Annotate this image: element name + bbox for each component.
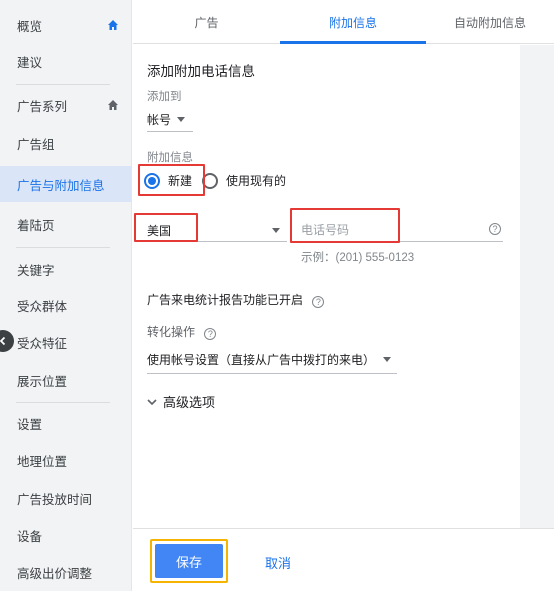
sidebar-item-label: 受众群体	[17, 299, 68, 314]
sidebar-item-label: 着陆页	[17, 218, 55, 233]
sidebar-item-label: 建议	[17, 55, 43, 70]
home-icon	[108, 100, 118, 110]
call-reporting-text: 广告来电统计报告功能已开启 ?	[147, 291, 325, 308]
sidebar-item-audiences[interactable]: 受众群体	[0, 287, 131, 323]
help-icon[interactable]: ?	[312, 296, 325, 308]
add-to-dropdown[interactable]: 帐号	[147, 111, 186, 128]
home-icon	[108, 20, 118, 30]
add-to-label: 添加到	[147, 91, 182, 103]
advanced-options-label: 高级选项	[163, 395, 216, 410]
sidebar-item-campaigns[interactable]: 广告系列	[0, 87, 131, 123]
call-reporting-label: 广告来电统计报告功能已开启	[147, 293, 304, 307]
sidebar-item-label: 关键字	[17, 263, 55, 278]
sidebar-item-label: 受众特征	[17, 336, 68, 351]
sidebar-item-label: 地理位置	[17, 454, 68, 469]
sidebar-item-label: 设备	[17, 529, 43, 544]
sidebar-item-settings[interactable]: 设置	[0, 405, 131, 441]
sidebar-item-label: 广告投放时间	[17, 492, 93, 507]
add-to-underline	[147, 131, 193, 132]
chevron-left-icon	[0, 336, 6, 346]
sidebar-item-label: 广告组	[17, 137, 55, 152]
sidebar-item-bid-adjustments[interactable]: 高级出价调整	[0, 554, 131, 590]
form-title: 添加附加电话信息	[147, 64, 255, 79]
phone-example: 示例：(201) 555-0123	[301, 252, 415, 264]
save-button[interactable]: 保存	[155, 544, 223, 578]
sidebar-item-label: 展示位置	[17, 374, 68, 389]
sidebar-item-label: 广告系列	[17, 99, 68, 114]
tab-label: 自动附加信息	[453, 15, 526, 30]
add-to-value: 帐号	[147, 113, 172, 127]
sidebar-item-landing-pages[interactable]: 着陆页	[0, 206, 131, 242]
sidebar-divider	[16, 84, 110, 85]
form-footer: 保存 取消	[133, 528, 554, 591]
tab-extensions[interactable]: 附加信息	[280, 0, 426, 44]
sidebar-item-devices[interactable]: 设备	[0, 517, 131, 553]
extension-label: 附加信息	[147, 152, 193, 164]
tab-label: 附加信息	[328, 15, 377, 30]
sidebar-item-ad-groups[interactable]: 广告组	[0, 125, 131, 161]
help-icon[interactable]: ?	[204, 328, 217, 340]
conversion-action-label: 转化操作 ?	[147, 323, 217, 340]
right-gutter	[520, 45, 554, 528]
call-extension-form: 添加附加电话信息 添加到 帐号 附加信息 新建 使用现有的 美国 ? 示例：(2…	[133, 45, 520, 528]
sidebar-item-label: 广告与附加信息	[17, 178, 105, 193]
conversion-underline	[147, 373, 397, 374]
sidebar-item-locations[interactable]: 地理位置	[0, 442, 131, 478]
advanced-options-toggle[interactable]: 高级选项	[147, 392, 215, 411]
conversion-action-dropdown[interactable]: 使用帐号设置（直接从广告中拨打的来电）	[147, 351, 392, 368]
active-tab-indicator	[280, 41, 426, 44]
sidebar-divider	[16, 402, 110, 403]
cancel-button[interactable]: 取消	[265, 553, 291, 572]
dropdown-arrow-icon[interactable]	[272, 228, 280, 233]
dropdown-arrow-icon	[383, 357, 392, 362]
tab-automated-extensions[interactable]: 自动附加信息	[426, 0, 554, 44]
sidebar-item-label: 概览	[17, 19, 43, 34]
sidebar-item-ad-schedule[interactable]: 广告投放时间	[0, 480, 131, 516]
chevron-down-icon	[147, 398, 157, 405]
sidebar-item-recommendations[interactable]: 建议	[0, 43, 131, 79]
highlight-new-radio	[138, 164, 205, 196]
sidebar-item-label: 高级出价调整	[17, 566, 93, 581]
help-icon[interactable]: ?	[489, 223, 501, 235]
dropdown-arrow-icon	[177, 117, 186, 122]
tab-label: 广告	[194, 15, 219, 30]
tab-bar: 广告 附加信息 自动附加信息	[133, 0, 554, 44]
sidebar: 概览 建议 广告系列 广告组 广告与附加信息 着陆页 关键字 受众群体 受众特征…	[0, 0, 132, 591]
highlight-phone	[290, 208, 400, 243]
radio-use-existing-label[interactable]: 使用现有的	[226, 172, 286, 189]
sidebar-item-demographics[interactable]: 受众特征	[0, 324, 131, 360]
sidebar-item-placements[interactable]: 展示位置	[0, 362, 131, 398]
sidebar-item-label: 设置	[17, 417, 43, 432]
highlight-country	[134, 213, 198, 242]
sidebar-item-ads-extensions[interactable]: 广告与附加信息	[0, 166, 131, 202]
sidebar-item-overview[interactable]: 概览	[0, 7, 131, 43]
conversion-action-value: 使用帐号设置（直接从广告中拨打的来电）	[147, 353, 376, 367]
tab-ads[interactable]: 广告	[133, 0, 280, 44]
sidebar-divider	[16, 247, 110, 248]
sidebar-item-keywords[interactable]: 关键字	[0, 251, 131, 287]
conversion-action-label-text: 转化操作	[147, 325, 196, 339]
